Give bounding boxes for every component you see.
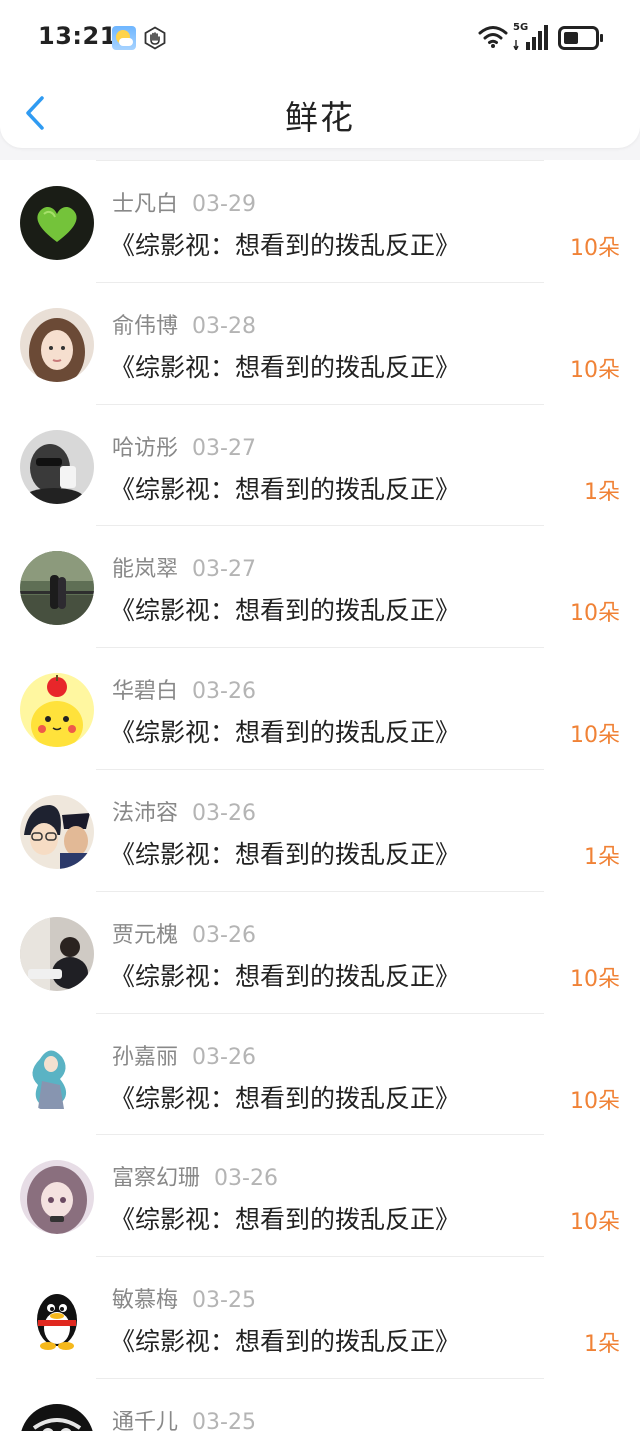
book-title: 《综影视：想看到的拨乱反正》 [110, 839, 461, 869]
book-title: 《综影视：想看到的拨乱反正》 [110, 231, 461, 260]
avatar-anime-blue-hair [20, 1038, 94, 1113]
record-date: 03-26 [192, 679, 256, 705]
book-title: 《综影视：想看到的拨乱反正》 [110, 1327, 461, 1357]
top-header: 13:21 5G 鲜花 [0, 0, 640, 148]
avatar-bw-sunglasses [20, 429, 94, 504]
user-name: 能岚翠 03-27 [112, 557, 256, 583]
avatar-pikachu-apple [20, 673, 94, 748]
flower-amount: 10朵 [570, 601, 620, 627]
flower-amount: 10朵 [570, 723, 620, 749]
user-name: 贾元槐 03-26 [112, 922, 256, 948]
book-title: 《综影视：想看到的拨乱反正》 [110, 596, 461, 626]
list-item[interactable]: 富察幻珊 03-26 《综影视：想看到的拨乱反正》 10朵 [0, 1134, 640, 1256]
wifi-icon [478, 26, 508, 48]
record-date: 03-29 [192, 192, 256, 217]
avatar-girl-portrait [20, 307, 94, 382]
list-item[interactable]: 贾元槐 03-26 《综影视：想看到的拨乱反正》 10朵 [0, 890, 640, 1013]
record-date: 03-26 [214, 1166, 278, 1192]
record-date: 03-28 [192, 313, 256, 339]
book-title: 《综影视：想看到的拨乱反正》 [110, 718, 461, 748]
record-date: 03-26 [192, 1044, 256, 1070]
book-title: 《综影视：想看到的拨乱反正》 [110, 352, 461, 382]
user-name: 华碧白 03-26 [112, 679, 256, 705]
flower-amount: 10朵 [570, 357, 620, 383]
book-title: 《综影视：想看到的拨乱反正》 [110, 474, 461, 504]
record-date: 03-25 [192, 1409, 256, 1431]
flower-amount: 10朵 [570, 966, 620, 992]
record-date: 03-27 [192, 557, 256, 583]
avatar-green-heart [20, 186, 94, 260]
user-name: 敏慕梅 03-25 [112, 1288, 256, 1314]
avatar-qq-penguin [20, 1282, 94, 1357]
status-bar: 13:21 5G [0, 0, 640, 75]
hand-hexagon-icon [144, 26, 166, 50]
list-item[interactable]: 哈访彤 03-27 《综影视：想看到的拨乱反正》 1朵 [0, 403, 640, 526]
signal-strength-icon [513, 25, 548, 50]
user-name: 法沛容 03-26 [112, 800, 256, 826]
book-title: 《综影视：想看到的拨乱反正》 [110, 961, 461, 991]
status-time: 13:21 [38, 22, 117, 50]
list-item[interactable]: 俞伟博 03-28 《综影视：想看到的拨乱反正》 10朵 [0, 281, 640, 404]
user-name: 富察幻珊 03-26 [112, 1166, 278, 1192]
avatar-anime-girl [20, 1160, 94, 1235]
record-date: 03-26 [192, 922, 256, 948]
user-name: 哈访彤 03-27 [112, 435, 256, 461]
flower-amount: 1朵 [584, 1332, 620, 1358]
user-name: 孙嘉丽 03-26 [112, 1044, 256, 1070]
book-title: 《综影视：想看到的拨乱反正》 [110, 1083, 461, 1113]
flower-amount: 10朵 [570, 236, 620, 261]
flower-record-list: 士凡白 03-29 《综影视：想看到的拨乱反正》 10朵 俞伟博 03-28 《综影… [0, 160, 640, 1431]
record-date: 03-27 [192, 435, 256, 461]
book-title: 《综影视：想看到的拨乱反正》 [110, 1205, 461, 1235]
record-date: 03-25 [192, 1288, 256, 1314]
record-date: 03-26 [192, 800, 256, 826]
battery-icon [558, 26, 603, 50]
flower-amount: 10朵 [570, 1088, 620, 1114]
user-name: 通千儿 03-25 [112, 1404, 256, 1431]
weather-sunny-icon [112, 26, 136, 50]
list-item[interactable]: 能岚翠 03-27 《综影视：想看到的拨乱反正》 10朵 [0, 525, 640, 647]
user-name: 俞伟博 03-28 [112, 313, 256, 339]
avatar-dark-partial [20, 1403, 94, 1431]
user-name: 士凡白 03-29 [112, 192, 256, 217]
flower-amount: 1朵 [584, 479, 620, 505]
list-item[interactable]: 孙嘉丽 03-26 《综影视：想看到的拨乱反正》 10朵 [0, 1012, 640, 1135]
list-item[interactable]: 通千儿 03-25 [0, 1377, 640, 1431]
avatar-man-desk [20, 916, 94, 991]
nav-bar: 鲜花 [0, 75, 640, 148]
list-item[interactable]: 法沛容 03-26 《综影视：想看到的拨乱反正》 1朵 [0, 768, 640, 891]
page-title: 鲜花 [285, 98, 355, 137]
flower-amount: 1朵 [584, 844, 620, 870]
avatar-anime-detective [20, 794, 94, 869]
list-item[interactable]: 士凡白 03-29 《综影视：想看到的拨乱反正》 10朵 [0, 160, 640, 282]
list-item[interactable]: 敏慕梅 03-25 《综影视：想看到的拨乱反正》 1朵 [0, 1256, 640, 1378]
avatar-couple-bridge [20, 551, 94, 626]
list-item[interactable]: 华碧白 03-26 《综影视：想看到的拨乱反正》 10朵 [0, 647, 640, 769]
flower-amount: 10朵 [570, 1210, 620, 1236]
